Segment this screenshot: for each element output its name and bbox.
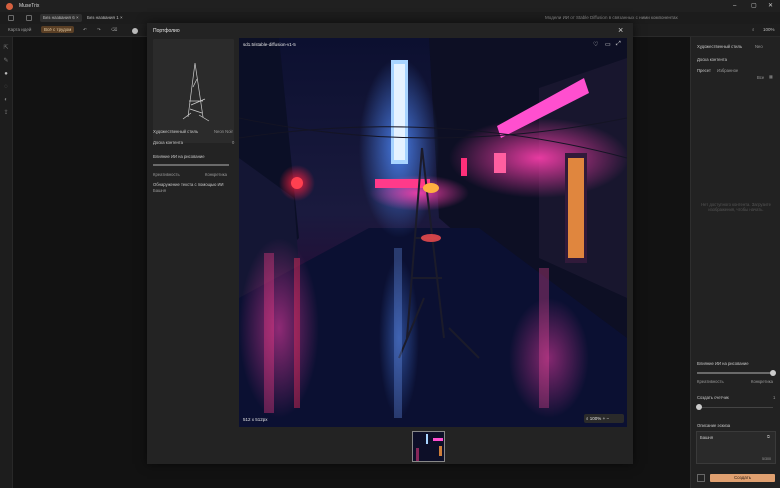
- board-value: 0: [232, 140, 235, 145]
- influence-label: Влияние ИИ на рисование: [153, 154, 205, 159]
- heart-icon[interactable]: ♡: [593, 41, 598, 48]
- tab-untitled-1[interactable]: Без названия 1 ×: [84, 14, 126, 22]
- thumbnail-scene: [413, 432, 444, 461]
- portfolio-modal: Портфолио × Художественный стиль Neon No…: [147, 23, 633, 464]
- brush-tool-icon[interactable]: ●: [3, 71, 9, 77]
- expand-icon[interactable]: ⤢: [616, 41, 621, 48]
- title-bar: MuseTrix – ▢ ✕: [0, 0, 780, 12]
- rp-influence-slider-handle[interactable]: [770, 370, 776, 376]
- rp-char-count: 5/300: [762, 457, 771, 461]
- rp-sketch-textarea[interactable]: Башня ⧉ 5/300: [696, 431, 776, 464]
- pen-tool-icon[interactable]: ✎: [3, 58, 9, 64]
- image-dimensions: 512 x 512px: [243, 417, 268, 422]
- close-icon[interactable]: ×: [618, 25, 623, 35]
- tab-close-icon[interactable]: ×: [76, 15, 79, 20]
- rp-influence-label: Влияние ИИ на рисование: [697, 361, 749, 366]
- app-logo-icon: [6, 3, 13, 10]
- rp-influence-slider-track[interactable]: [697, 372, 773, 374]
- rp-sketch-text: Башня: [700, 435, 714, 440]
- modal-title: Портфолио: [153, 28, 180, 34]
- mode-chip[interactable]: Всё с трудом: [41, 26, 75, 33]
- rp-counter-value: 1: [773, 395, 776, 400]
- slider-right-label: Конкретика: [205, 172, 227, 177]
- board-label: Доска контента: [153, 140, 183, 145]
- rp-style-label: Художественный стиль: [697, 44, 743, 49]
- sketch-drawing: [182, 62, 210, 122]
- rp-all-filter[interactable]: Все: [757, 75, 764, 80]
- influence-slider-track: [153, 164, 229, 166]
- trash-icon[interactable]: ⌫: [111, 27, 117, 33]
- rp-board-label: Доска контента: [697, 57, 727, 62]
- image-caption: sd1.5/stable-diffusion-v1-5: [243, 42, 296, 47]
- canvas-zoom[interactable]: 100%: [763, 27, 775, 32]
- create-button[interactable]: Создать: [710, 474, 775, 482]
- minimize-icon[interactable]: –: [733, 2, 736, 10]
- fill-tool-icon[interactable]: ◐: [3, 97, 9, 103]
- rp-slider-left: Креативность: [697, 379, 724, 384]
- search-icon[interactable]: ⌕: [752, 27, 755, 32]
- image-thumbnail[interactable]: [412, 431, 445, 462]
- right-panel: Художественный стиль Neo Доска контента …: [690, 37, 780, 488]
- style-value: Neon Noir: [214, 129, 233, 134]
- rp-empty-hint: Нет доступного контента. Загрузите изобр…: [701, 202, 771, 212]
- redo-icon[interactable]: ↷: [97, 27, 101, 33]
- image-zoom-control: ⌕ 100% + −: [584, 414, 624, 423]
- rp-preset-label: Пресет: [697, 68, 711, 73]
- rp-counter-label: Создать счетчик: [697, 395, 729, 400]
- generated-image: sd1.5/stable-diffusion-v1-5 ♡ ▭ ⤢ 512 x …: [239, 38, 627, 427]
- detect-label: Обнаружение текста с помощью ИИ: [153, 182, 224, 187]
- image-upload-icon[interactable]: [697, 474, 705, 482]
- tab-untitled-6[interactable]: Без названия 6 ×: [40, 14, 82, 22]
- rp-preset-value[interactable]: Избранное: [717, 68, 738, 73]
- app-title: MuseTrix: [19, 3, 40, 9]
- rp-style-value[interactable]: Neo: [755, 44, 763, 49]
- copy-icon[interactable]: ⧉: [767, 434, 770, 439]
- mind-map-label[interactable]: Карта идей: [8, 27, 31, 32]
- style-label: Художественный стиль: [153, 129, 199, 134]
- maximize-icon[interactable]: ▢: [751, 2, 757, 10]
- brush-size-handle[interactable]: [132, 28, 138, 34]
- detect-value: Башня: [153, 188, 167, 193]
- left-tool-rail: ⇱ ✎ ● ◌ ◐ ⇪: [0, 37, 13, 488]
- tab-label: Без названия 1: [87, 15, 119, 20]
- eraser-tool-icon[interactable]: ◌: [3, 84, 9, 90]
- rp-counter-slider-handle[interactable]: [696, 404, 702, 410]
- rp-counter-slider-track[interactable]: [697, 407, 773, 408]
- neon-street-scene: [239, 38, 627, 427]
- image-zoom-value: 100%: [589, 416, 602, 421]
- sketch-preview: [153, 39, 234, 143]
- panel-icon[interactable]: [26, 15, 32, 21]
- undo-icon[interactable]: ↶: [83, 27, 87, 33]
- zoom-search-icon[interactable]: ⌕: [586, 416, 589, 421]
- model-info-text: Модели ИИ от Stable Diffusion в связанны…: [545, 15, 678, 20]
- tab-close-icon[interactable]: ×: [120, 15, 123, 20]
- zoom-out-icon[interactable]: −: [606, 416, 609, 421]
- slider-left-label: Креативность: [153, 172, 180, 177]
- home-icon[interactable]: [8, 15, 14, 21]
- rp-slider-right: Конкретика: [751, 379, 773, 384]
- folder-icon[interactable]: ▭: [605, 41, 611, 48]
- tab-label: Без названия 6: [43, 15, 75, 20]
- select-tool-icon[interactable]: ⇱: [3, 45, 9, 51]
- rp-sketch-label: Описание эскиза: [697, 423, 731, 428]
- close-window-icon[interactable]: ✕: [768, 2, 773, 10]
- upload-icon[interactable]: ⇪: [3, 110, 9, 116]
- grid-view-icon[interactable]: ▦: [769, 74, 773, 79]
- zoom-in-icon[interactable]: +: [603, 416, 606, 421]
